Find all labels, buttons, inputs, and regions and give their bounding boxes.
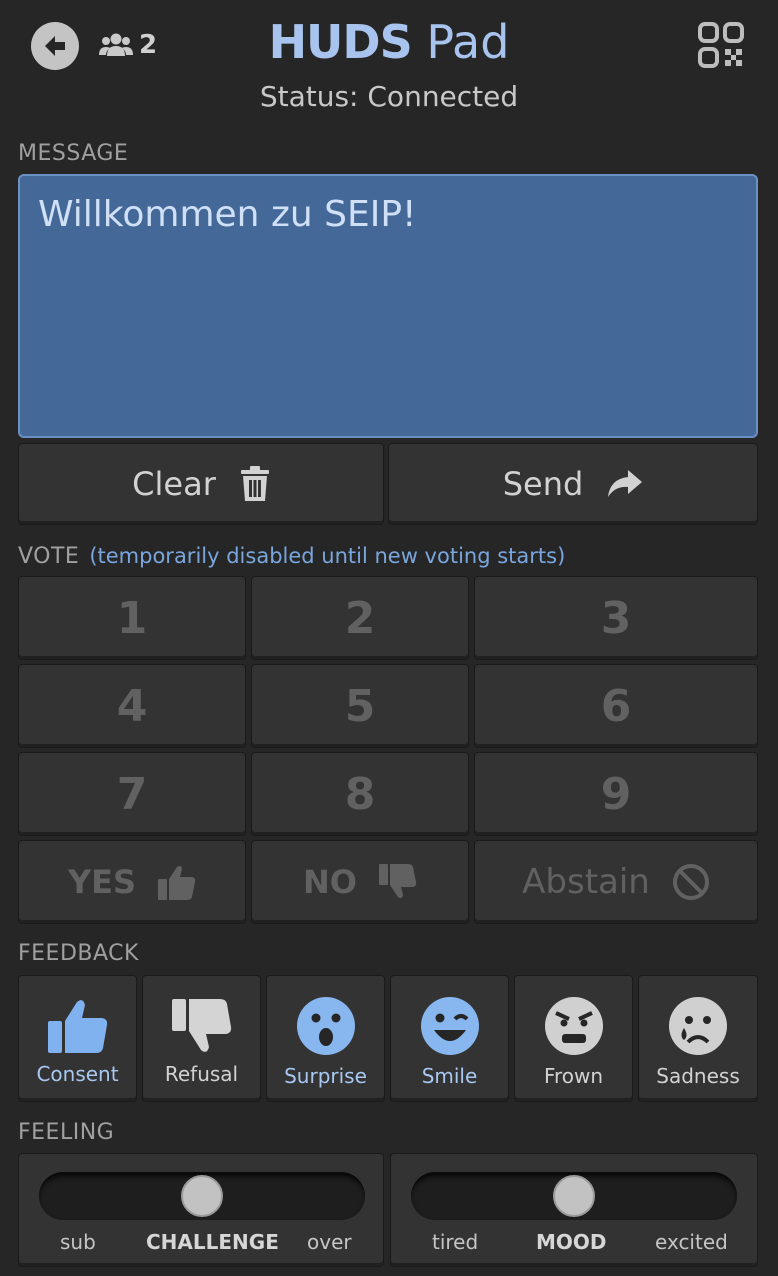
feedback-label-sadness: Sadness [656, 1063, 740, 1088]
vote-button-3[interactable]: 3 [474, 576, 758, 660]
connection-status: Status: Connected [259, 80, 519, 113]
vote-button-5[interactable]: 5 [251, 664, 469, 748]
thumbs-up-icon [47, 999, 107, 1053]
vote-title: VOTE [18, 544, 80, 569]
mood-slider[interactable]: tired MOOD excited [390, 1153, 758, 1267]
send-button[interactable]: Send [388, 443, 758, 525]
vote-disabled-note: (temporarily disabled until new voting s… [89, 544, 566, 568]
feedback-frown-button[interactable]: Frown [514, 975, 633, 1102]
feedback-smile-button[interactable]: Smile [390, 975, 509, 1102]
clear-button[interactable]: Clear [18, 443, 384, 525]
qr-code-button[interactable] [698, 22, 744, 68]
feeling-label: FEELING [18, 1120, 115, 1145]
mood-max-label: excited [655, 1230, 728, 1254]
thumbs-up-icon [158, 865, 196, 900]
message-textarea[interactable]: Willkommen zu SEIP! [18, 174, 758, 438]
feedback-consent-button[interactable]: Consent [18, 975, 137, 1102]
mood-name-label: MOOD [536, 1230, 607, 1254]
vote-yes-button[interactable]: YES [18, 840, 246, 924]
share-arrow-icon [608, 470, 643, 497]
vote-button-6[interactable]: 6 [474, 664, 758, 748]
vote-button-7[interactable]: 7 [18, 752, 246, 836]
thumbs-down-icon [378, 864, 417, 899]
title-bold: HUDS [268, 15, 413, 69]
sad-tear-face-icon [669, 996, 727, 1055]
feedback-label: FEEDBACK [18, 941, 139, 966]
vote-no-button[interactable]: NO [251, 840, 469, 924]
ban-icon [672, 864, 709, 900]
abstain-label: Abstain [522, 862, 650, 902]
feedback-refusal-button[interactable]: Refusal [142, 975, 261, 1102]
yes-label: YES [67, 863, 137, 901]
vote-button-9[interactable]: 9 [474, 752, 758, 836]
mood-slider-knob[interactable] [553, 1175, 595, 1217]
thumbs-down-icon [171, 998, 231, 1052]
challenge-name-label: CHALLENGE [146, 1230, 279, 1254]
feedback-label-smile: Smile [421, 1063, 478, 1088]
app-title: HUDS Pad [0, 14, 778, 70]
mood-min-label: tired [432, 1230, 479, 1254]
vote-label: VOTE (temporarily disabled until new voti… [18, 544, 565, 569]
feedback-surprise-button[interactable]: Surprise [266, 975, 385, 1102]
no-label: NO [303, 863, 357, 901]
qr-code-icon [698, 22, 744, 68]
feedback-label-consent: Consent [36, 1061, 119, 1086]
challenge-slider-knob[interactable] [181, 1175, 223, 1217]
angry-face-icon [544, 996, 603, 1055]
trash-icon [240, 466, 269, 501]
surprised-face-icon [296, 996, 355, 1055]
vote-button-1[interactable]: 1 [18, 576, 246, 660]
clear-label: Clear [132, 465, 216, 503]
feedback-sadness-button[interactable]: Sadness [638, 975, 758, 1102]
message-label: MESSAGE [18, 141, 129, 166]
vote-abstain-button[interactable]: Abstain [474, 840, 758, 924]
challenge-max-label: over [307, 1230, 352, 1254]
send-label: Send [502, 465, 584, 503]
feedback-label-refusal: Refusal [164, 1061, 239, 1086]
feedback-label-frown: Frown [543, 1063, 604, 1088]
title-light: Pad [426, 15, 510, 69]
vote-button-2[interactable]: 2 [251, 576, 469, 660]
feedback-label-surprise: Surprise [284, 1063, 367, 1088]
vote-button-8[interactable]: 8 [251, 752, 469, 836]
challenge-min-label: sub [60, 1230, 96, 1254]
vote-button-4[interactable]: 4 [18, 664, 246, 748]
challenge-slider[interactable]: sub CHALLENGE over [18, 1153, 384, 1267]
wink-face-icon [420, 996, 479, 1055]
